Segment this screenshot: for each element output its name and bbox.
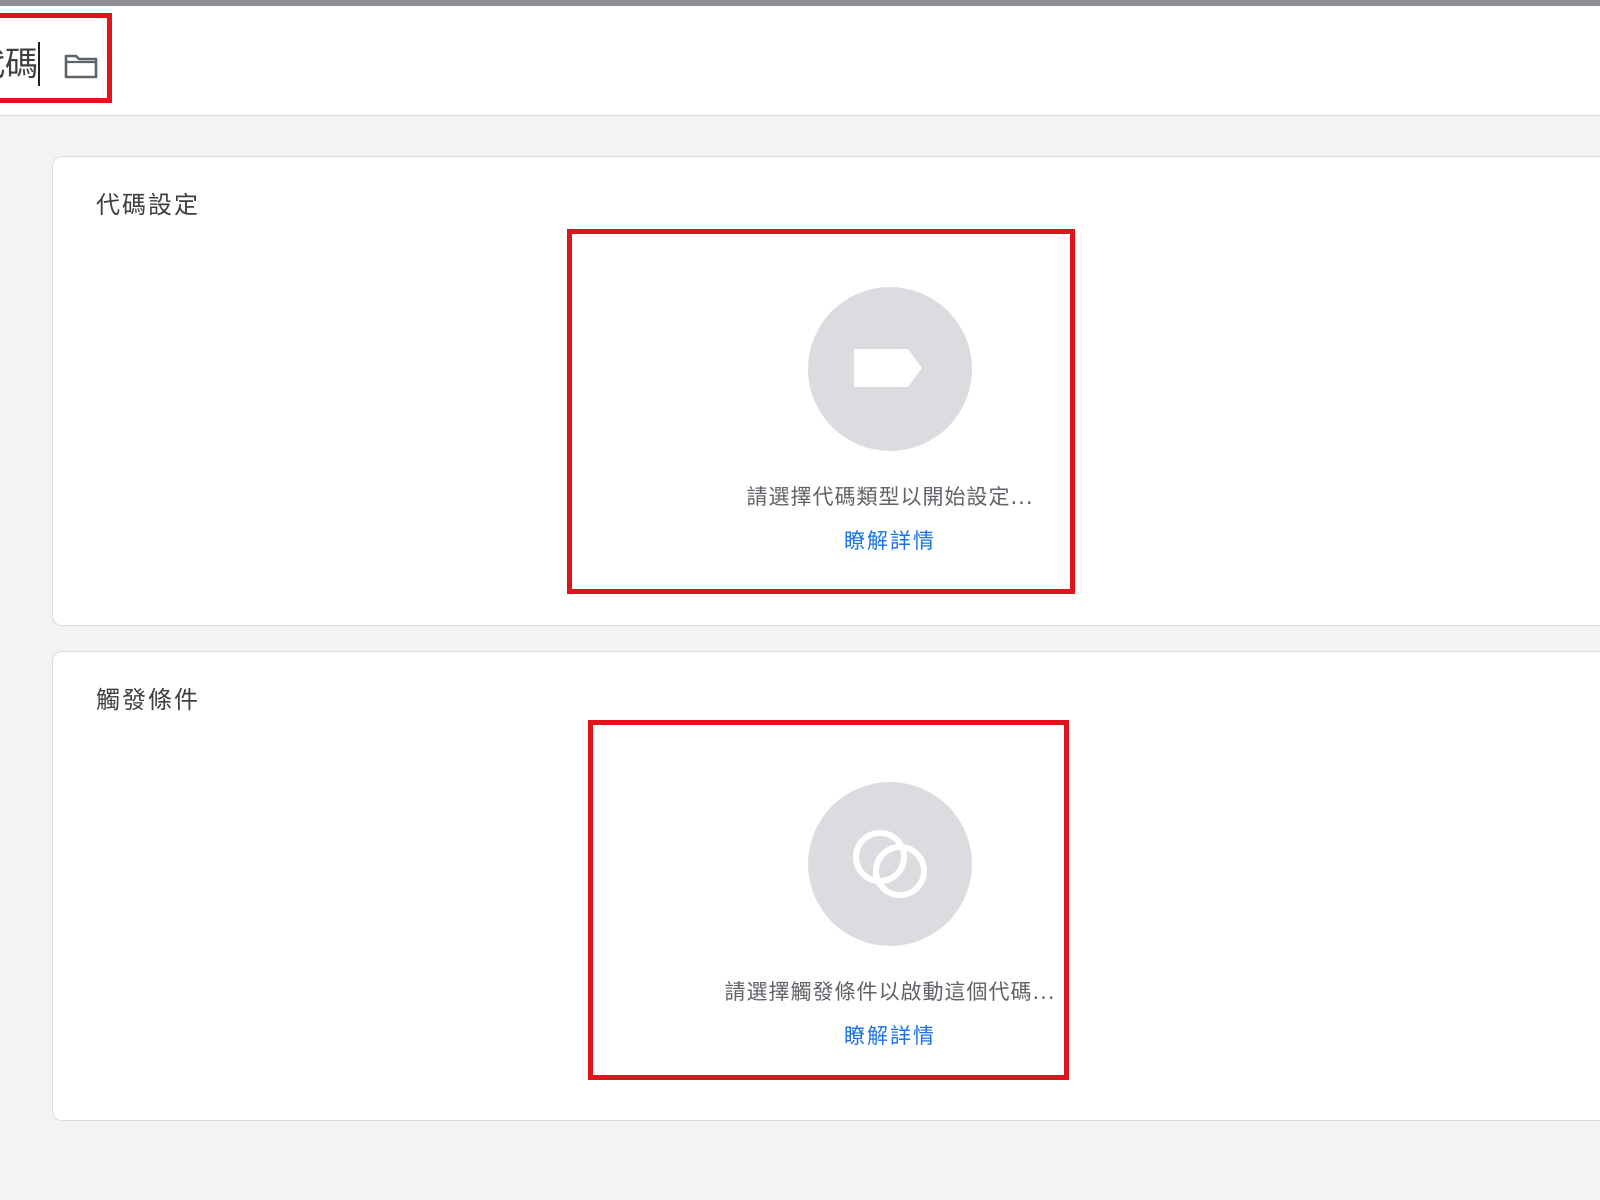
- tag-configuration-card: 代碼設定 請選擇代碼類型以開始設定... 瞭解詳情: [52, 156, 1600, 626]
- trigger-learn-more-link[interactable]: 瞭解詳情: [844, 1020, 936, 1050]
- text-caret: [38, 42, 40, 86]
- tag-type-prompt: 請選擇代碼類型以開始設定...: [746, 485, 1034, 509]
- editor-header: 代碼: [0, 6, 1600, 116]
- trigger-placeholder[interactable]: 請選擇觸發條件以啟動這個代碼... 瞭解詳情: [573, 738, 1207, 1050]
- tag-icon[interactable]: [808, 287, 972, 451]
- triggering-card: 觸發條件 請選擇觸發條件以啟動這個代碼... 瞭解詳情: [52, 651, 1600, 1121]
- trigger-circles-icon[interactable]: [808, 782, 972, 946]
- tag-name-input[interactable]: 代碼: [0, 38, 40, 90]
- folder-icon[interactable]: [64, 50, 98, 80]
- tag-learn-more-link[interactable]: 瞭解詳情: [844, 525, 936, 555]
- triggering-title: 觸發條件: [96, 686, 200, 714]
- tag-name-value: 代碼: [0, 44, 38, 83]
- tag-configuration-title: 代碼設定: [96, 191, 200, 219]
- tag-type-placeholder[interactable]: 請選擇代碼類型以開始設定... 瞭解詳情: [573, 243, 1207, 555]
- trigger-prompt: 請選擇觸發條件以啟動這個代碼...: [724, 980, 1056, 1004]
